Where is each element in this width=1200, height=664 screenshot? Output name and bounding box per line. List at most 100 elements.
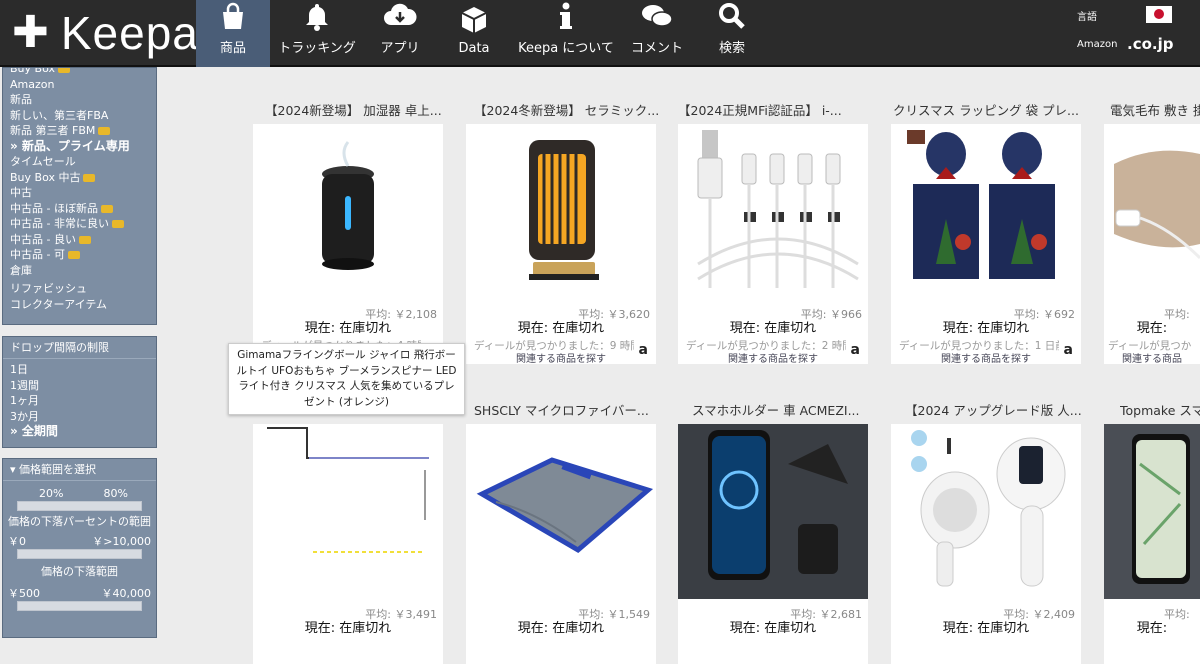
- truck-icon: [83, 173, 96, 182]
- lint-remover-image: [911, 430, 1066, 587]
- stock-status: 現在: 在庫切れ: [304, 321, 392, 336]
- price-type-item[interactable]: コレクターアイテム: [3, 297, 156, 313]
- phone-holder-image: [1104, 424, 1200, 599]
- chat-icon: [642, 5, 673, 27]
- price-range-title: ▾ 価格範囲を選択: [3, 459, 156, 481]
- stock-status: 現在:: [1136, 621, 1168, 636]
- amazon-icon[interactable]: a: [851, 342, 860, 358]
- drop-range-label: 価格の下落範囲: [41, 565, 118, 578]
- logo-text: Keepa: [60, 7, 199, 59]
- cloud-download-icon: [384, 3, 417, 26]
- percent-min: 20%: [39, 487, 64, 500]
- nav-about[interactable]: Keepa について: [516, 0, 616, 67]
- price-type-item[interactable]: Amazon: [3, 77, 156, 93]
- nav-label: 商品: [219, 41, 246, 56]
- search-icon: [719, 3, 745, 29]
- nav-tracking[interactable]: トラッキング: [276, 0, 358, 67]
- product-title[interactable]: クリスマス ラッピング 袋 プレ...: [893, 100, 1105, 119]
- drop-range-slider[interactable]: [17, 549, 142, 559]
- product-title[interactable]: スマホホルダー 車 ACMEZI...: [692, 400, 904, 419]
- price-type-item[interactable]: リファビッシュ: [3, 281, 156, 297]
- nav-search[interactable]: 検索: [704, 0, 760, 67]
- percent-max: 80%: [103, 487, 128, 500]
- nav-label: Data: [458, 41, 490, 56]
- product-box: 平均: ￥2,108 現在: 在庫切れ ディールが見つかりました：4 時間前: [253, 124, 443, 364]
- find-related-link[interactable]: 関連する商品を探す: [678, 350, 868, 365]
- stock-status: 現在: 在庫切れ: [304, 621, 392, 636]
- price-type-item[interactable]: 倉庫: [3, 263, 156, 279]
- nav-label: アプリ: [380, 41, 420, 56]
- domain-selector[interactable]: .co.jp: [1127, 35, 1173, 53]
- price-type-panel: Buy Box Amazon 新品 新しい、第三者FBA 新品 第三者 FBM …: [2, 67, 157, 325]
- price-type-item[interactable]: タイムセール: [3, 154, 156, 170]
- stock-status: 現在: 在庫切れ: [517, 621, 605, 636]
- product-title[interactable]: 電気毛布 敷き 掛...: [1110, 100, 1200, 119]
- bell-icon: [306, 4, 328, 31]
- price-type-item[interactable]: Buy Box 中古: [3, 170, 156, 186]
- top-bar: ✚ Keepa 商品 トラッキング アプリ Data Keepa について コメ…: [0, 0, 1200, 67]
- drop-interval-option[interactable]: 1日: [3, 362, 156, 378]
- car-mount-image: [678, 424, 868, 599]
- product-box: 平均: ￥692 現在: 在庫切れ ディールが見つかりました：1 日前 関連する…: [891, 124, 1081, 365]
- drop-min: ￥0: [8, 535, 26, 548]
- nav-products[interactable]: 商品: [196, 0, 270, 67]
- find-related-link[interactable]: 関連する商品を探す: [466, 350, 656, 365]
- price-type-item-selected[interactable]: » 新品、プライム専用: [3, 139, 156, 155]
- plus-icon: ✚: [12, 7, 49, 58]
- language-label: 言語: [1077, 12, 1097, 23]
- truck-icon: [67, 251, 80, 259]
- truck-icon: [98, 127, 111, 135]
- price-type-item[interactable]: 新品 第三者 FBM: [3, 123, 156, 139]
- price-type-item[interactable]: 新しい、第三者FBA: [3, 108, 156, 124]
- nav-label: トラッキング: [278, 41, 356, 56]
- price-type-item[interactable]: 中古品 - 非常に良い: [3, 216, 156, 232]
- drop-interval-option[interactable]: 3か月: [3, 409, 156, 425]
- drop-max: ￥>10,000: [92, 535, 151, 548]
- price-min: ￥500: [8, 587, 40, 600]
- nav-label: コメント: [630, 41, 683, 56]
- product-title[interactable]: Topmake スマ: [1120, 400, 1200, 419]
- nav-comments[interactable]: コメント: [626, 0, 688, 67]
- shopping-bag-icon: [223, 2, 243, 29]
- product-box: 平均: ￥966 現在: 在庫切れ ディールが見つかりました：2 時間前 関連す…: [678, 124, 868, 365]
- percent-range-label: 価格の下落パーセントの範囲: [8, 515, 151, 528]
- heater-image: [529, 140, 599, 280]
- percent-range-slider[interactable]: [17, 501, 142, 511]
- stock-status: 現在:: [1136, 321, 1168, 336]
- find-related-link[interactable]: 関連する商品: [1104, 350, 1200, 364]
- price-type-item[interactable]: 中古品 - 良い: [3, 232, 156, 248]
- drop-interval-option-selected[interactable]: » 全期間: [3, 424, 156, 440]
- nav-data[interactable]: Data: [446, 0, 502, 67]
- nav-apps[interactable]: アプリ: [372, 0, 428, 67]
- product-title[interactable]: SHSCLY マイクロファイバー...: [474, 400, 686, 419]
- drop-interval-option[interactable]: 1ヶ月: [3, 393, 156, 409]
- product-title[interactable]: 【2024冬新登場】 セラミック...: [474, 100, 686, 119]
- product-title[interactable]: 【2024新登場】 加湿器 卓上...: [265, 100, 477, 119]
- product-box: 平均: ￥3,620 現在: 在庫切れ ディールが見つかりました：9 時間前 関…: [466, 124, 656, 365]
- product-box: 平均: 現在: ディールが見つか 関連する商品: [1104, 124, 1200, 364]
- stock-status: 現在: 在庫切れ: [942, 321, 1030, 336]
- nav-label: 検索: [718, 41, 745, 56]
- price-type-item[interactable]: Buy Box: [3, 68, 156, 77]
- cube-icon: [461, 7, 487, 33]
- truck-icon: [100, 204, 113, 213]
- product-title[interactable]: 【2024 アップグレード版 人...: [905, 400, 1117, 419]
- product-box: 平均: ￥3,491 現在: 在庫切れ: [253, 424, 443, 664]
- find-related-link[interactable]: 関連する商品を探す: [891, 350, 1081, 365]
- price-type-item[interactable]: 中古品 - ほぼ新品: [3, 201, 156, 217]
- drop-interval-option[interactable]: 1週間: [3, 378, 156, 394]
- stock-status: 現在: 在庫切れ: [942, 621, 1030, 636]
- japan-flag-icon[interactable]: [1146, 6, 1172, 23]
- logo[interactable]: ✚ Keepa: [12, 4, 199, 62]
- price-type-item[interactable]: 中古: [3, 185, 156, 201]
- price-max: ￥40,000: [101, 587, 152, 600]
- product-title[interactable]: 【2024正規MFi認証品】 i-...: [678, 100, 890, 119]
- price-type-item[interactable]: 新品: [3, 92, 156, 108]
- broken-image: [267, 427, 429, 553]
- product-box: 平均: ￥1,549 現在: 在庫切れ: [466, 424, 656, 664]
- price-type-item[interactable]: 中古品 - 可: [3, 247, 156, 263]
- amazon-icon[interactable]: a: [639, 342, 648, 358]
- stock-status: 現在: 在庫切れ: [729, 321, 817, 336]
- amazon-icon[interactable]: a: [1064, 342, 1073, 358]
- price-range-slider[interactable]: [17, 601, 142, 611]
